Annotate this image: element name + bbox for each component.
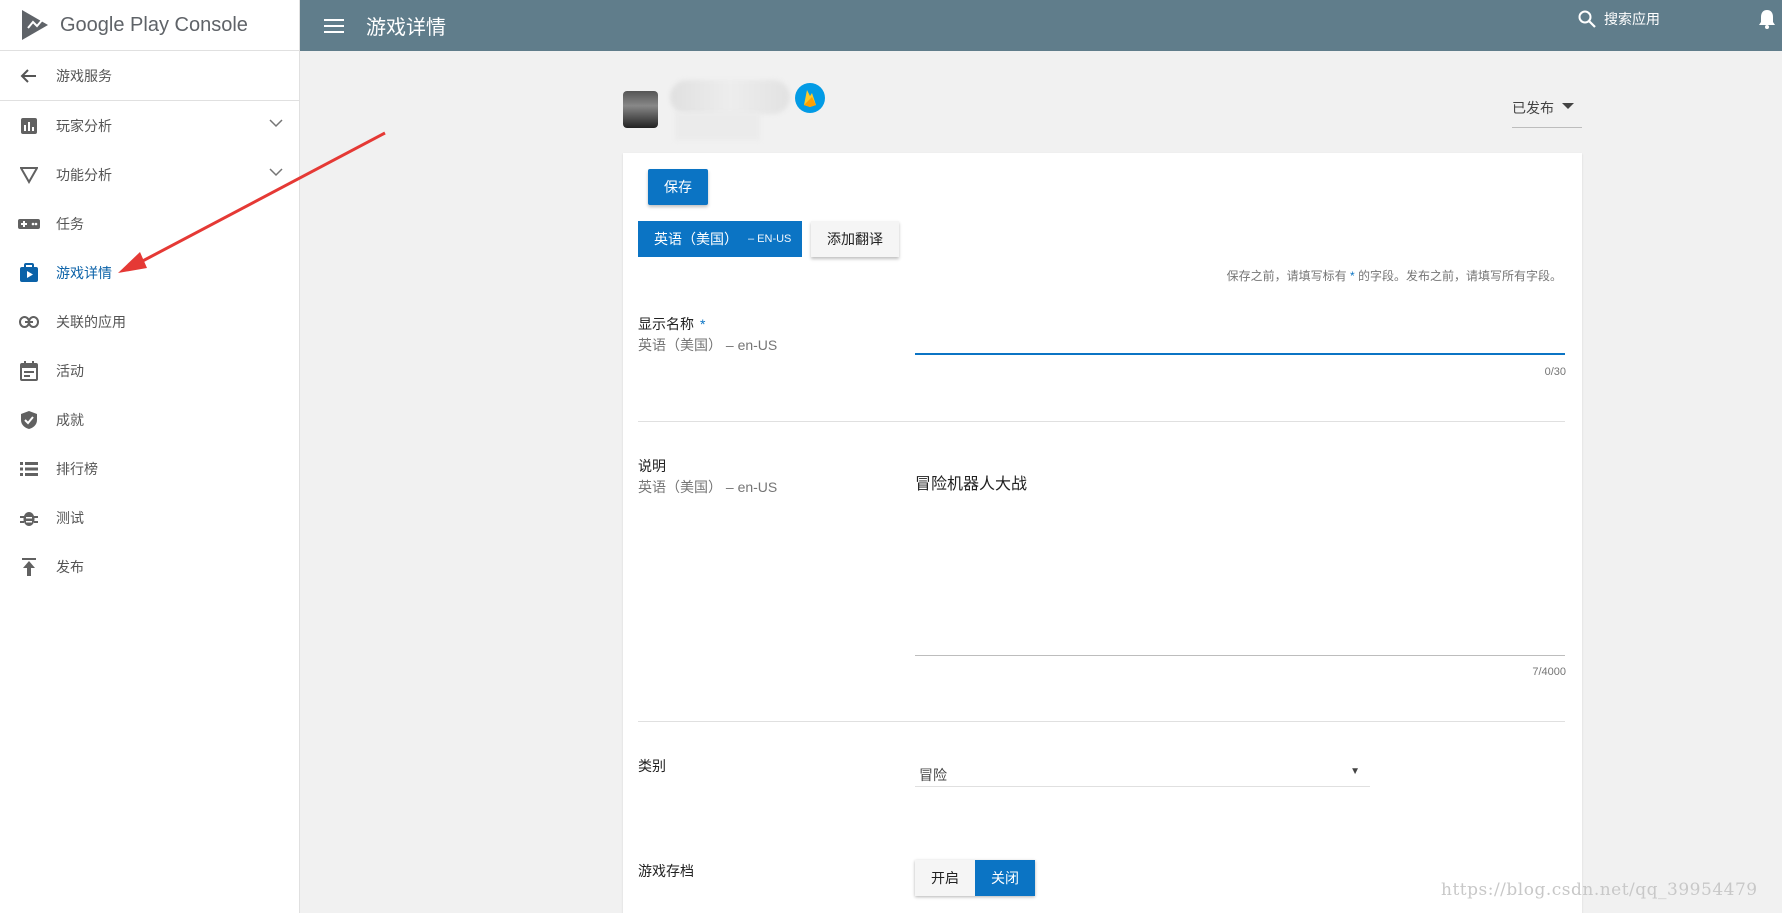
brand-name: Google Play Console [60,13,248,36]
sidebar-item-label: 发布 [56,558,84,575]
sidebar-item-publish[interactable]: 发布 [0,542,299,591]
back-label: 游戏服务 [56,67,112,84]
sidebar-item-achievements[interactable]: 成就 [0,395,299,444]
firebase-icon [795,83,825,113]
hint-before: 保存之前，请填写标有 [1226,269,1350,283]
caret-down-icon: ▼ [1350,766,1360,777]
game-details-icon [18,262,40,284]
category-value: 冒险 [919,767,947,783]
category-select[interactable]: 冒险 ▼ [915,757,1370,787]
play-console-logo-icon [22,10,48,40]
publish-icon [18,556,40,578]
display-name-label-text: 显示名称 [638,316,694,332]
language-tab-code: – EN-US [748,233,792,245]
chevron-down-icon[interactable] [269,167,283,177]
description-counter: 7/4000 [1532,666,1566,678]
language-tab-label: 英语（美国） [654,231,738,247]
gamepad-icon [18,213,40,235]
sidebar-item-label: 排行榜 [56,460,98,477]
funnel-icon [18,164,40,186]
sidebar-item-label: 功能分析 [56,166,112,183]
sidebar-item-linked-apps[interactable]: 关联的应用 [0,297,299,346]
brand-header: Google Play Console [0,0,299,51]
status-value: 已发布 [1512,100,1554,116]
description-label: 说明 [638,458,666,474]
notification-bell-icon[interactable] [1758,8,1776,30]
sidebar-item-events[interactable]: 活动 [0,346,299,395]
sidebar-nav: 玩家分析 功能分析 任务 游戏详情 关联的应用 活动 成就 排行榜 测试 发布 [0,101,299,591]
saved-games-toggle: 开启 关闭 [915,860,1035,896]
sidebar-item-label: 活动 [56,362,84,379]
search-icon [1578,10,1596,28]
saved-games-on-option[interactable]: 开启 [915,860,975,896]
description-textarea[interactable]: 冒险机器人大战 [915,466,1565,656]
search-apps[interactable]: 搜索应用 [1578,9,1660,29]
calendar-icon [18,360,40,382]
display-name-counter: 0/30 [1544,366,1566,378]
add-translation-button[interactable]: 添加翻译 [811,221,899,257]
category-label: 类别 [638,758,666,774]
hint-after: 的字段。发布之前，请填写所有字段。 [1354,269,1562,283]
app-icon [623,91,658,128]
save-button[interactable]: 保存 [648,169,708,205]
sidebar-item-quests[interactable]: 任务 [0,199,299,248]
sidebar-item-label: 玩家分析 [56,117,112,134]
description-locale: 英语（美国） – en-US [638,479,778,495]
bar-chart-icon [18,115,40,137]
sidebar-item-feature-analytics[interactable]: 功能分析 [0,150,299,199]
sidebar-item-game-details[interactable]: 游戏详情 [0,248,299,297]
sidebar: Google Play Console 游戏服务 玩家分析 功能分析 任务 游戏… [0,0,300,913]
page-title: 游戏详情 [366,17,446,39]
caret-down-icon [1562,103,1574,109]
sidebar-item-testing[interactable]: 测试 [0,493,299,542]
blurred-package-name [675,112,760,140]
sidebar-item-label: 游戏详情 [56,264,112,281]
sidebar-item-player-analytics[interactable]: 玩家分析 [0,101,299,150]
top-app-bar: 游戏详情 搜索应用 [300,0,1782,51]
link-icon [18,311,40,333]
sidebar-item-label: 成就 [56,411,84,428]
list-icon [18,458,40,480]
menu-icon[interactable] [324,18,344,33]
game-details-card: 保存 英语（美国） – EN-US 添加翻译 保存之前，请填写标有 * 的字段。… [623,153,1582,913]
saved-games-label: 游戏存档 [638,863,694,879]
watermark: https://blog.csdn.net/qq_39954479 [1441,880,1758,900]
divider [638,721,1565,722]
arrow-left-icon [20,68,36,83]
sidebar-item-label: 任务 [56,215,84,232]
display-name-label: 显示名称 * [638,314,705,334]
search-label: 搜索应用 [1604,11,1660,27]
chevron-down-icon[interactable] [269,118,283,128]
display-name-locale: 英语（美国） – en-US [638,337,778,353]
display-name-input[interactable] [915,325,1565,355]
sidebar-item-label: 测试 [56,509,84,526]
form-hint: 保存之前，请填写标有 * 的字段。发布之前，请填写所有字段。 [1227,267,1562,284]
publish-status-dropdown[interactable]: 已发布 [1512,98,1582,128]
back-to-game-services[interactable]: 游戏服务 [0,51,299,101]
language-tab-en-us[interactable]: 英语（美国） – EN-US [638,221,802,257]
saved-games-off-option[interactable]: 关闭 [975,860,1035,896]
sidebar-item-leaderboards[interactable]: 排行榜 [0,444,299,493]
required-marker: * [700,316,706,332]
sidebar-item-label: 关联的应用 [56,313,126,330]
bug-icon [18,507,40,529]
blurred-app-name [670,80,790,114]
divider [638,421,1565,422]
shield-check-icon [18,409,40,431]
